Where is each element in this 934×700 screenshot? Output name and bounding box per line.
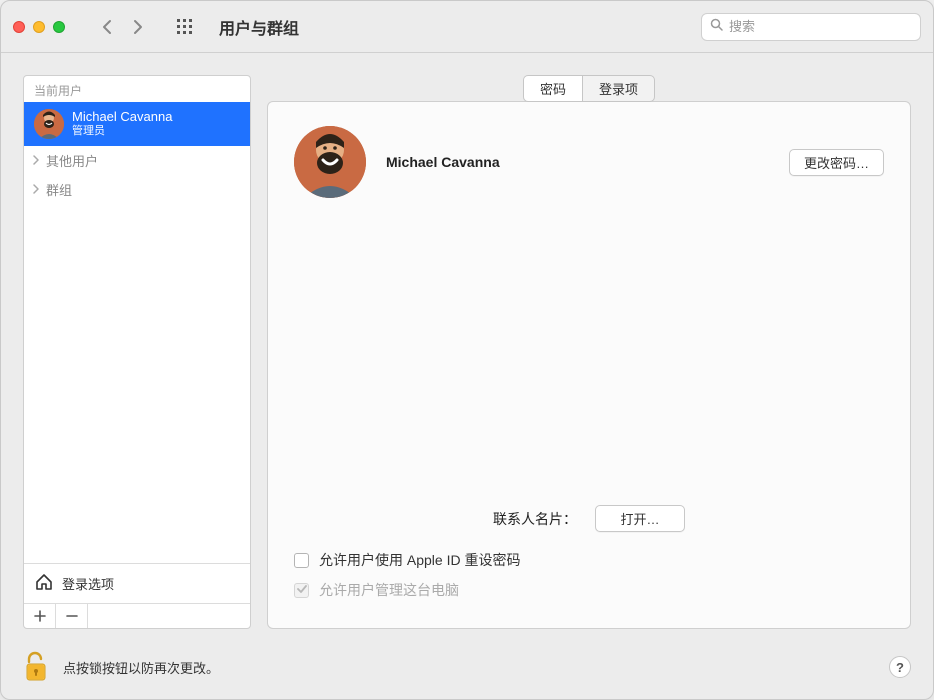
chevron-right-icon — [32, 182, 40, 197]
search-input[interactable] — [729, 19, 912, 34]
tab-password[interactable]: 密码 — [523, 75, 582, 102]
minus-icon — [66, 610, 78, 622]
grid-icon — [177, 19, 193, 35]
sidebar-item-label: 群组 — [46, 180, 72, 199]
titlebar: 用户与群组 — [1, 1, 933, 53]
password-panel: Michael Cavanna 更改密码… 联系人名片： 打开… 允许用户使用 … — [267, 101, 911, 629]
plus-icon — [34, 610, 46, 622]
contact-card-label: 联系人名片： — [493, 509, 577, 529]
user-avatar-large[interactable] — [294, 126, 366, 198]
chevron-right-icon — [32, 153, 40, 168]
checkbox-label: 允许用户管理这台电脑 — [319, 580, 459, 600]
sidebar-user-role: 管理员 — [72, 125, 172, 138]
house-icon — [34, 572, 54, 595]
sidebar-item-label: 其他用户 — [46, 151, 98, 170]
sidebar-item-groups[interactable]: 群组 — [24, 175, 250, 204]
minimize-window-button[interactable] — [33, 21, 45, 33]
checkbox-label: 允许用户使用 Apple ID 重设密码 — [319, 550, 520, 570]
allow-apple-id-reset-row[interactable]: 允许用户使用 Apple ID 重设密码 — [294, 550, 884, 570]
login-options-button[interactable]: 登录选项 — [24, 563, 250, 603]
content-body: 当前用户 Michael Cavanna — [1, 53, 933, 641]
lock-unlocked-icon[interactable] — [23, 651, 51, 683]
current-user-header: 当前用户 — [24, 76, 250, 102]
back-button[interactable] — [93, 15, 121, 39]
close-window-button[interactable] — [13, 21, 25, 33]
zoom-window-button[interactable] — [53, 21, 65, 33]
footer: 点按锁按钮以防再次更改。 ? — [1, 641, 933, 699]
sidebar-item-current-user[interactable]: Michael Cavanna 管理员 — [24, 102, 250, 146]
search-field[interactable] — [701, 13, 921, 41]
open-contact-card-button[interactable]: 打开… — [595, 505, 685, 532]
chevron-left-icon — [102, 19, 113, 35]
nav-back-forward — [93, 15, 151, 39]
lock-hint-text: 点按锁按钮以防再次更改。 — [63, 658, 219, 677]
window-title: 用户与群组 — [219, 15, 299, 39]
tabs: 密码 登录项 — [267, 75, 911, 102]
remove-user-button[interactable] — [56, 604, 88, 628]
panel-header: Michael Cavanna 更改密码… — [294, 126, 884, 198]
add-remove-toolbar — [24, 603, 250, 628]
main-area: 密码 登录项 — [267, 75, 911, 629]
change-password-button[interactable]: 更改密码… — [789, 149, 884, 176]
avatar — [34, 109, 64, 139]
users-sidebar: 当前用户 Michael Cavanna — [23, 75, 251, 629]
add-user-button[interactable] — [24, 604, 56, 628]
users-list: 当前用户 Michael Cavanna — [24, 76, 250, 563]
panel-user-name: Michael Cavanna — [386, 154, 500, 170]
sidebar-user-name: Michael Cavanna — [72, 110, 172, 125]
forward-button[interactable] — [123, 15, 151, 39]
users-groups-window: 用户与群组 当前用户 — [0, 0, 934, 700]
checkbox-checked-disabled — [294, 583, 309, 598]
traffic-lights — [13, 21, 65, 33]
sidebar-item-other-users[interactable]: 其他用户 — [24, 146, 250, 175]
chevron-right-icon — [132, 19, 143, 35]
tab-login-items[interactable]: 登录项 — [582, 75, 655, 102]
search-icon — [710, 18, 723, 36]
contact-card-row: 联系人名片： 打开… — [294, 505, 884, 532]
allow-admin-row: 允许用户管理这台电脑 — [294, 580, 884, 600]
help-button[interactable]: ? — [889, 656, 911, 678]
login-options-label: 登录选项 — [62, 574, 114, 593]
show-all-prefs-button[interactable] — [171, 15, 199, 39]
checkbox-unchecked[interactable] — [294, 553, 309, 568]
checkmark-icon — [297, 584, 307, 597]
